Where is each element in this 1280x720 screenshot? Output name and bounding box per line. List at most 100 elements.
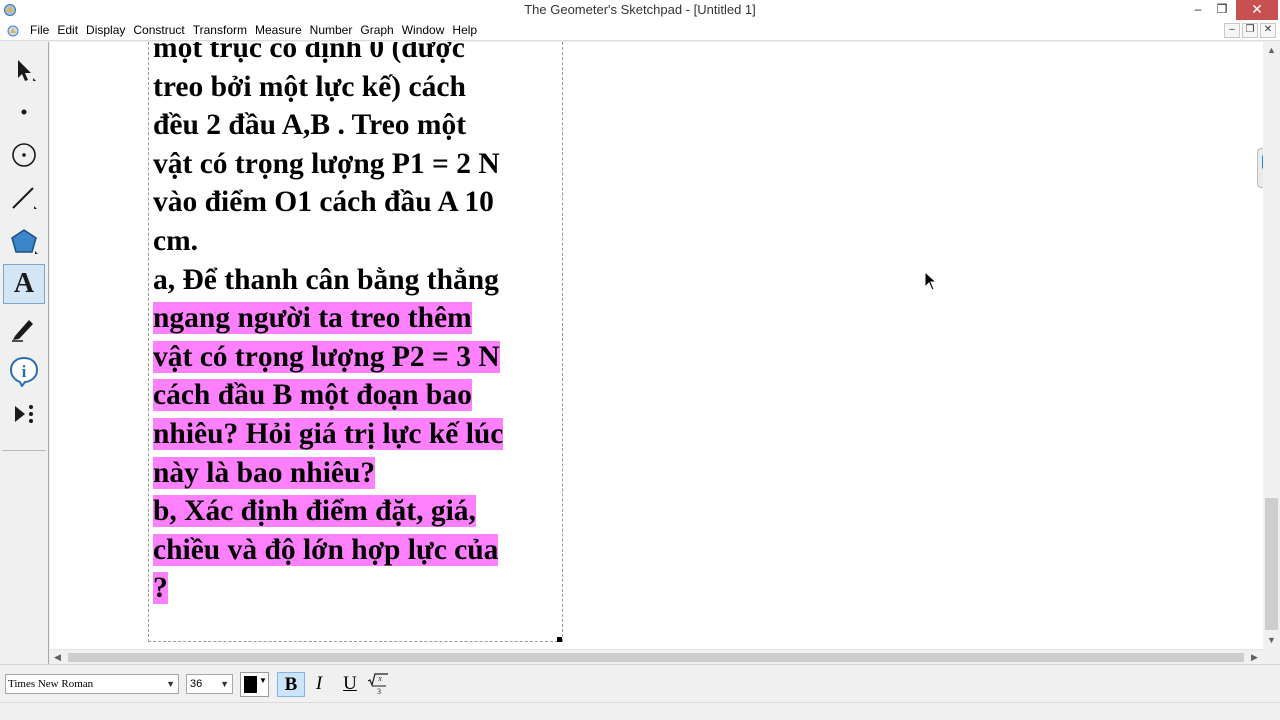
horizontal-scroll-thumb[interactable] [68, 653, 1244, 662]
caption-text[interactable]: một trục cố định 0 (được treo bởi một lực… [153, 42, 558, 608]
italic-button[interactable]: I [305, 672, 333, 697]
text-line-content: a, Để thanh cân bằng thẳng [153, 263, 499, 296]
scroll-right-arrow-icon[interactable]: ▶ [1247, 650, 1262, 665]
point-icon [21, 109, 27, 115]
scroll-corner [1263, 649, 1280, 664]
information-icon: i [9, 356, 39, 387]
polygon-tool[interactable] [3, 222, 45, 262]
polygon-icon [11, 229, 38, 254]
math-format-button[interactable]: x 3 [364, 672, 392, 697]
text-line-content: chiều và độ lớn hợp lực của [153, 533, 499, 566]
straightedge-tool[interactable] [3, 178, 45, 218]
text-line: a, Để thanh cân bằng thẳng [153, 261, 558, 300]
text-line: ? [153, 569, 558, 608]
menu-bar: File Edit Display Construct Transform Me… [0, 21, 1280, 41]
sketch-canvas[interactable]: một trục cố định 0 (được treo bởi một lực… [50, 42, 1263, 649]
text-color-swatch [244, 676, 257, 693]
text-color-button[interactable]: ▼ [240, 672, 269, 697]
info-i-glyph: i [22, 362, 27, 381]
text-tool[interactable]: A [3, 264, 45, 304]
arrow-select-icon [18, 60, 36, 81]
window-title: The Geometer's Sketchpad - [Untitled 1] [524, 2, 756, 17]
restore-button[interactable]: ❐ [1210, 0, 1234, 20]
underline-button[interactable]: U [336, 672, 364, 697]
menu-measure[interactable]: Measure [252, 23, 307, 38]
bold-button[interactable]: B [277, 672, 305, 697]
text-a-icon: A [13, 268, 35, 299]
menu-file[interactable]: File [27, 23, 54, 38]
menu-display[interactable]: Display [83, 23, 130, 38]
text-line-content: cách đầu B một đoạn bao [153, 379, 472, 412]
arrow-tool[interactable] [3, 50, 45, 90]
information-tool[interactable]: i [3, 351, 45, 391]
text-line: chiều và độ lớn hợp lực của [153, 531, 558, 570]
menu-construct[interactable]: Construct [130, 23, 189, 38]
close-button[interactable]: ✕ [1236, 0, 1278, 20]
text-line-content: cm. [153, 224, 199, 257]
text-line-content: b, Xác định điểm đặt, giá, [153, 495, 476, 528]
compass-tool[interactable] [3, 135, 45, 175]
menu-graph[interactable]: Graph [357, 23, 398, 38]
chevron-down-icon: ▼ [166, 679, 175, 689]
doc-close-button[interactable]: ✕ [1260, 23, 1276, 38]
doc-restore-button[interactable]: ❐ [1242, 23, 1258, 38]
toolbox: A i [0, 42, 49, 664]
font-family-value: Times New Roman [8, 678, 94, 690]
menu-transform[interactable]: Transform [190, 23, 252, 38]
scroll-up-arrow-icon[interactable]: ▲ [1263, 42, 1280, 59]
text-line: một trục cố định 0 (được [153, 42, 558, 68]
svg-text:3: 3 [377, 687, 381, 696]
text-line-content: vào điểm O1 cách đầu A 10 [153, 186, 494, 219]
text-line: nhiêu? Hỏi giá trị lực kế lúc [153, 415, 558, 454]
minimize-button[interactable]: – [1186, 0, 1210, 20]
text-line-content: ngang người ta treo thêm [153, 302, 472, 335]
chevron-down-icon: ▼ [220, 679, 229, 689]
text-line: vào điểm O1 cách đầu A 10 [153, 183, 558, 222]
text-line: cách đầu B một đoạn bao [153, 376, 558, 415]
title-bar: The Geometer's Sketchpad - [Untitled 1] … [0, 0, 1280, 21]
text-line: này là bao nhiêu? [153, 454, 558, 493]
marker-tool[interactable] [3, 307, 45, 347]
menu-edit[interactable]: Edit [54, 23, 83, 38]
mouse-pointer-icon [924, 271, 938, 291]
menu-window[interactable]: Window [399, 23, 450, 38]
scroll-left-arrow-icon[interactable]: ◀ [50, 650, 65, 665]
text-line: cm. [153, 222, 558, 261]
vertical-scroll-thumb[interactable] [1265, 498, 1278, 630]
math-notation-icon: x 3 [367, 673, 388, 696]
custom-tools-icon [15, 405, 33, 423]
text-box-resize-handle[interactable] [557, 637, 562, 642]
text-line: đều 2 đầu A,B . Treo một [153, 106, 558, 145]
text-line-content: nhiêu? Hỏi giá trị lực kế lúc [153, 417, 504, 450]
scroll-down-arrow-icon[interactable]: ▼ [1263, 632, 1280, 649]
menu-number[interactable]: Number [307, 23, 358, 38]
marker-pen-icon [12, 320, 33, 342]
menu-items: File Edit Display Construct Transform Me… [27, 23, 482, 38]
vertical-scrollbar[interactable]: ▲ ▼ [1263, 42, 1280, 649]
chevron-down-icon: ▼ [259, 676, 267, 685]
point-tool[interactable] [3, 92, 45, 132]
text-line-content: một trục cố định 0 (được [153, 42, 465, 64]
menu-help[interactable]: Help [449, 23, 482, 38]
font-size-value: 36 [190, 678, 203, 690]
text-line: vật có trọng lượng P1 = 2 N [153, 145, 558, 184]
font-family-select[interactable]: Times New Roman ▼ [5, 674, 179, 694]
text-line: ngang người ta treo thêm [153, 299, 558, 338]
toolbox-divider [2, 450, 46, 451]
text-line: b, Xác định điểm đặt, giá, [153, 492, 558, 531]
text-line: treo bởi một lực kế) cách [153, 68, 558, 107]
horizontal-scrollbar[interactable]: ◀ ▶ [50, 649, 1263, 664]
custom-tool[interactable] [3, 394, 45, 434]
status-strip [0, 702, 1280, 720]
text-line-content: vật có trọng lượng P1 = 2 N [153, 147, 500, 180]
text-line-content: treo bởi một lực kế) cách [153, 70, 466, 103]
text-line: vật có trọng lượng P2 = 3 N [153, 338, 558, 377]
text-line-content: vật có trọng lượng P2 = 3 N [153, 340, 500, 373]
doc-minimize-button[interactable]: – [1224, 23, 1240, 38]
straightedge-icon [12, 187, 37, 209]
font-size-select[interactable]: 36 ▼ [186, 674, 233, 694]
document-icon[interactable] [6, 24, 20, 38]
compass-icon [12, 143, 36, 167]
document-window-controls: – ❐ ✕ [1224, 23, 1276, 38]
text-line-content: này là bao nhiêu? [153, 456, 376, 489]
